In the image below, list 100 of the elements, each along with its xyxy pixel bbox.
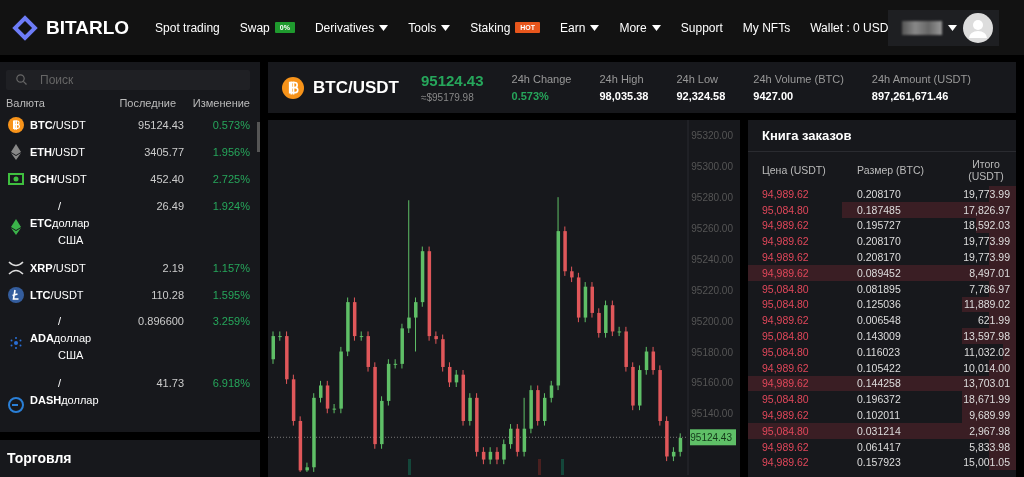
order-total: 17,826.97 [963,203,1010,216]
candle [346,297,350,357]
panel-title: Торговля [7,450,72,466]
order-total: 2,967.98 [969,424,1010,437]
order-total: 8,497.01 [969,266,1010,279]
order-price: 94,989.62 [762,361,810,374]
column-header: Изменение [191,96,250,109]
dots-ring-icon [10,336,22,349]
caret-icon [651,24,661,31]
axis-label: 95160.00 [691,377,733,389]
order-size: 0.208170 [857,187,902,200]
order-price: 94,989.62 [762,440,810,453]
candle [638,364,642,411]
order-size: 0.196372 [857,393,902,406]
stat-value: 98,035.38 [599,90,649,102]
order-size: 0.031214 [857,424,902,437]
search-icon [16,74,27,85]
nav-link[interactable]: Spot trading [155,20,220,35]
candle [414,297,418,352]
order-size: 0.125036 [857,298,902,311]
order-total: 5,833.98 [969,440,1010,453]
order-row[interactable]: 94,989.62 0.144258 13,703.01 [748,375,1016,392]
axis-label: 95300.00 [691,161,733,173]
order-total: 10,014.00 [963,361,1010,374]
x-shape-icon [8,261,24,275]
last-price: 452.40 [149,173,184,186]
cash-icon [8,173,24,186]
order-row[interactable]: 95,084.80 0.031214 2,967.98 [748,422,1016,439]
pair-name: XRP/USDT [30,262,87,274]
candle [570,266,574,283]
order-price: 94,989.62 [762,409,810,422]
candle [352,297,357,342]
nav-link[interactable]: Derivatives [314,20,389,35]
litecoin-icon [8,286,24,303]
current-price-tag: 95124.43 [690,429,736,446]
candle [678,432,683,457]
candle [380,395,384,450]
candle [366,330,370,373]
axis-label: 95280.00 [691,192,733,204]
user-menu[interactable] [888,9,1000,46]
candle [617,326,622,337]
volume-bar [408,459,411,475]
order-price: 94,989.62 [762,187,810,200]
column-header: Размер (BTC) [857,164,925,176]
candle [400,323,404,369]
last-price: 95124.43 [137,119,184,132]
order-size: 0.208170 [857,251,902,264]
axis-label: 95140.00 [691,408,733,420]
candle [359,330,364,342]
nav-link[interactable]: Earn [560,20,600,35]
price-change: 1.157% [211,262,250,274]
order-price: 94,989.62 [762,266,810,279]
diamond-icon [11,219,21,236]
search-field[interactable]: Поиск [6,70,250,90]
volume-bar [538,459,541,475]
candle [434,330,438,345]
stat-value: 897,261,671.46 [871,90,950,102]
fiat-price: ≈$95179.98 [420,92,475,103]
order-price: 94,989.62 [762,377,810,390]
volume-bar [561,459,564,475]
order-size: 0.187485 [857,203,902,216]
price-change: 3.259% [211,315,250,328]
order-size: 0.081895 [857,282,902,295]
order-total: 9,689.99 [969,409,1010,422]
order-row[interactable]: 94,989.62 0.089452 8,497.01 [748,265,1016,281]
pair-title: BTC/USDT [313,77,399,98]
candle [563,226,567,277]
axis-label: 95240.00 [691,253,733,265]
order-price: 95,084.80 [762,424,810,437]
candle [671,446,676,462]
candle [658,364,662,427]
nav-link[interactable]: My NFTs [742,20,791,35]
candle [590,281,594,319]
order-size: 0.144258 [857,377,902,390]
nav-link[interactable]: Wallet : 0 USD [810,20,889,35]
order-price: 94,989.62 [762,219,810,232]
candle [319,380,323,403]
candle [393,358,398,369]
order-price: 95,084.80 [762,203,810,216]
candle [298,415,303,473]
order-size: 0.061417 [857,440,902,453]
pair-name: BCH/USDT [30,173,88,186]
nav-link[interactable]: Tools [408,20,451,35]
order-price: 95,084.80 [762,282,810,295]
order-total: 19,773.99 [963,235,1010,248]
candle [610,300,615,337]
pair-name: США [57,349,85,362]
order-total: 19,773.99 [963,187,1010,200]
axis-label: 95260.00 [691,223,733,235]
column-header: Валюта [6,96,46,109]
caret-icon [590,24,600,31]
nav-link[interactable]: More [619,20,661,35]
candle [631,361,635,411]
order-price: 95,084.80 [762,298,810,311]
stat-value: 0.573% [511,90,550,102]
candle [665,415,669,462]
candle [305,462,309,473]
order-total: 18,671.99 [963,393,1010,406]
last-price: 26.49 [155,199,184,212]
nav-link[interactable]: Support [680,20,723,35]
